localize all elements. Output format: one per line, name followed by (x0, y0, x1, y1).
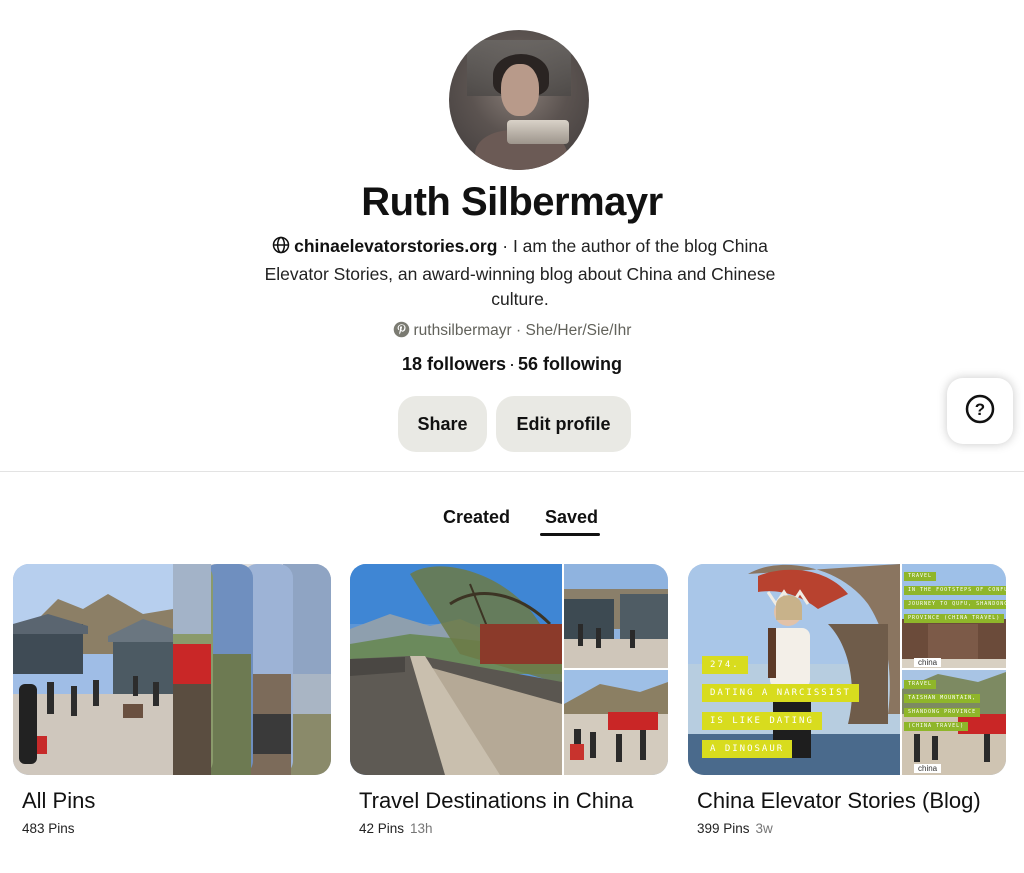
mini-logo: china (914, 764, 942, 773)
mini-tag: PROVINCE (CHINA TRAVEL) (904, 614, 1005, 623)
board-title[interactable]: Travel Destinations in China (359, 788, 633, 814)
mini-tag: (CHINA TRAVEL) (904, 722, 969, 731)
cover-text-line-3: IS LIKE DATING (702, 712, 822, 730)
board-pin-count: 483 Pins (22, 821, 75, 836)
profile-bio: chinaelevatorstories.org · I am the auth… (240, 234, 800, 313)
mini-tag: SHANDONG PROVINCE (904, 708, 981, 717)
mini-tag: TRAVEL (904, 680, 937, 689)
website-link[interactable]: chinaelevatorstories.org (294, 236, 497, 256)
board-pin-count: 399 Pins (697, 821, 750, 836)
board-title[interactable]: All Pins (22, 788, 95, 814)
globe-icon (272, 236, 290, 262)
board-title[interactable]: China Elevator Stories (Blog) (697, 788, 981, 814)
help-button[interactable]: ? (947, 378, 1013, 444)
share-button[interactable]: Share (398, 396, 487, 452)
board-meta: 399 Pins 3w (697, 821, 773, 836)
board-meta: 483 Pins (22, 821, 75, 836)
tab-saved[interactable]: Saved (545, 507, 598, 528)
board-updated: 3w (755, 821, 773, 836)
mini-tag: TRAVEL (904, 572, 937, 581)
pronouns: · She/Her/Sie/Ihr (511, 322, 632, 339)
cover-text-line-1: 274. (702, 656, 748, 674)
following-count[interactable]: 56 following (518, 354, 622, 374)
svg-text:?: ? (975, 400, 985, 419)
mini-tag: IN THE FOOTSTEPS OF CONFUCIUS: (904, 586, 1006, 595)
divider (0, 471, 1024, 472)
pinterest-icon (393, 321, 410, 343)
cover-text-line-4: A DINOSAUR (702, 740, 793, 758)
edit-profile-button[interactable]: Edit profile (496, 396, 631, 452)
follow-counts: 18 followers · 56 following (401, 354, 623, 374)
mini-logo: china (914, 658, 942, 667)
mini-tag: TAISHAN MOUNTAIN, (904, 694, 981, 703)
board-cover-china-elevator-stories[interactable]: 274. DATING A NARCISSIST IS LIKE DATING … (688, 564, 1006, 775)
profile-name: Ruth Silbermayr (361, 180, 663, 224)
board-cover-all-pins[interactable] (13, 564, 331, 775)
username: ruthsilbermayr (413, 322, 512, 339)
tab-created[interactable]: Created (443, 507, 510, 528)
board-meta: 42 Pins 13h (359, 821, 433, 836)
board-cover-travel-destinations[interactable] (350, 564, 668, 775)
board-pin-count: 42 Pins (359, 821, 405, 836)
cover-text-line-2: DATING A NARCISSIST (702, 684, 859, 702)
followers-count[interactable]: 18 followers (402, 354, 506, 374)
active-tab-indicator (540, 533, 600, 536)
help-icon: ? (964, 393, 996, 430)
profile-handle-line: ruthsilbermayr · She/Her/Sie/Ihr (0, 321, 1024, 343)
mini-tag: JOURNEY TO QUFU, SHANDONG (904, 600, 1006, 609)
profile-avatar[interactable] (449, 30, 589, 170)
board-updated: 13h (410, 821, 433, 836)
